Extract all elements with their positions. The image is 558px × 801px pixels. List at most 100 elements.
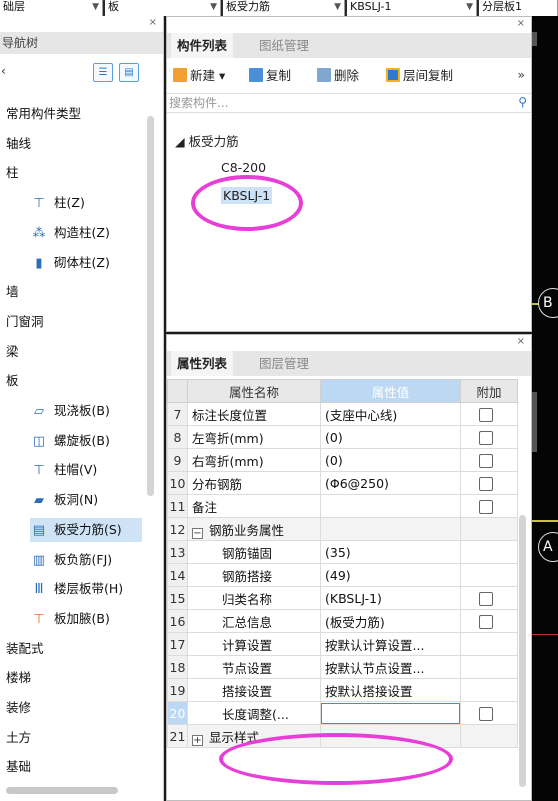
property-value[interactable]: (板受力筋) [320,609,461,633]
sidebar-item[interactable]: 板 [6,369,19,393]
tab-layer-management[interactable]: 图层管理 [253,351,315,376]
property-row[interactable]: 14 钢筋搭接 (49) [167,563,518,587]
close-icon[interactable]: × [517,336,525,347]
sidebar-item[interactable]: 基础 [6,755,31,779]
sidebar-item[interactable]: ▰ 板洞(N) [30,488,98,512]
floor-select[interactable]: 础层 ▼ [0,0,103,16]
property-value[interactable] [320,724,461,748]
sidebar-item[interactable]: ⊤ 板加腋(B) [30,607,110,631]
property-value[interactable]: 按默认节点设置... [320,655,461,679]
sidebar-item[interactable]: ▮ 砌体柱(Z) [30,251,109,275]
property-row[interactable]: 8 左弯折(mm) (0) [167,425,518,449]
list-view-icon[interactable]: ☰ [93,63,113,82]
sidebar-item[interactable]: 梁 [6,340,19,364]
property-row[interactable]: 20 长度调整(... [167,701,518,725]
sidebar-item[interactable]: 门窗洞 [6,310,44,334]
more-icon[interactable]: » [517,67,525,82]
extra-checkbox[interactable] [479,499,493,514]
tab-property-list[interactable]: 属性列表 [171,351,234,376]
extra-checkbox[interactable] [479,614,493,629]
tab-component-list[interactable]: 构件列表 [171,33,234,58]
tab-drawing-management[interactable]: 图纸管理 [253,33,315,58]
new-button[interactable]: 新建 ▾ [173,67,225,85]
expand-icon[interactable]: + [192,734,203,746]
floor-copy-button[interactable]: 层间复制 [386,67,453,85]
property-row[interactable]: 9 右弯折(mm) (0) [167,448,518,472]
sidebar-item[interactable]: ⊤ 柱(Z) [30,191,85,215]
sidebar-item[interactable]: 墙 [6,280,19,304]
property-value[interactable]: (Φ6@250) [320,471,461,495]
vertical-scrollbar[interactable] [519,515,526,787]
sidebar-item[interactable]: ▥ 板负筋(FJ) [30,548,112,572]
component-select[interactable]: KBSLJ-1 ▼ [347,0,477,16]
sidebar-item[interactable]: 柱 [6,161,19,185]
icon-view-icon[interactable]: ▤ [119,63,139,82]
drawing-canvas[interactable]: B A [532,16,558,801]
slab-layer-select[interactable]: 分层板1 [479,0,558,16]
search-input[interactable] [167,94,497,112]
property-value[interactable]: (KBSLJ-1) [320,586,461,610]
vertical-scrollbar[interactable] [147,116,154,496]
tree-item-selected[interactable]: KBSLJ-1 [221,187,273,204]
sidebar-item[interactable]: 轴线 [6,132,31,156]
property-value[interactable] [320,494,461,518]
property-value[interactable]: (0) [320,448,461,472]
sidebar-item[interactable]: ▤ 板受力筋(S) [30,517,142,542]
collapse-icon[interactable]: − [192,527,203,539]
property-row[interactable]: 18 节点设置 按默认节点设置... [167,655,518,679]
sidebar-item[interactable]: 楼梯 [6,666,31,690]
property-extra [460,563,518,587]
construction-column-icon: ⁂ [32,225,46,241]
sidebar-item[interactable]: ◫ 螺旋板(B) [30,429,110,453]
chevron-left-icon[interactable]: ‹ [1,64,6,78]
extra-checkbox[interactable] [479,407,493,422]
property-value-editor[interactable] [320,701,461,725]
property-value[interactable] [320,517,461,541]
property-row[interactable]: 15 归类名称 (KBSLJ-1) [167,586,518,610]
sidebar-item[interactable]: 常用构件类型 [6,102,81,126]
sidebar-item[interactable]: ▱ 现浇板(B) [30,399,110,423]
sidebar-item[interactable]: ⁂ 构造柱(Z) [30,221,110,245]
property-value[interactable]: 按默认计算设置... [320,632,461,656]
property-name: − 钢筋业务属性 [187,517,321,541]
property-value-header[interactable]: 属性值 [320,379,461,403]
search-icon[interactable]: ⚲ [518,95,527,109]
copy-button[interactable]: 复制 [249,67,291,85]
extra-checkbox[interactable] [479,430,493,445]
property-row[interactable]: 7 标注长度位置 (支座中心线) [167,402,518,426]
horizontal-scrollbar[interactable] [6,787,118,794]
sidebar-item[interactable]: 装配式 [6,637,44,661]
property-row[interactable]: 16 汇总信息 (板受力筋) [167,609,518,633]
close-icon[interactable]: × [517,18,525,29]
property-value[interactable]: (49) [320,563,461,587]
property-row[interactable]: 11 备注 [167,494,518,518]
length-adjust-input[interactable] [321,702,460,724]
property-value[interactable]: 按默认搭接设置 [320,678,461,702]
slab-haunch-icon: ⊤ [33,611,45,627]
close-icon[interactable]: × [149,17,157,28]
sidebar-item[interactable]: 土方 [6,726,31,750]
sidebar-item[interactable]: 装修 [6,696,31,720]
property-value[interactable]: (0) [320,425,461,449]
property-row[interactable]: 17 计算设置 按默认计算设置... [167,632,518,656]
property-row[interactable]: 12− 钢筋业务属性 [167,517,518,541]
extra-checkbox[interactable] [479,706,493,721]
property-row[interactable]: 21 + 显示样式 [167,724,518,748]
property-row[interactable]: 19 搭接设置 按默认搭接设置 [167,678,518,702]
extra-checkbox[interactable] [479,453,493,468]
extra-checkbox[interactable] [479,476,493,491]
property-value[interactable]: (35) [320,540,461,564]
sidebar-item[interactable]: ⊤ 柱帽(V) [30,458,97,482]
delete-button[interactable]: 删除 [317,67,359,85]
row-number: 17 [167,632,188,656]
sidebar-item[interactable]: Ⅲ 楼层板带(H) [30,577,124,601]
property-row[interactable]: 10 分布钢筋 (Φ6@250) [167,471,518,495]
tree-root-node[interactable]: ◢ 板受力筋 [175,131,239,150]
collapse-triangle-icon[interactable]: ◢ [175,134,185,149]
property-row[interactable]: 13 钢筋锚固 (35) [167,540,518,564]
component-type-select[interactable]: 板 ▼ [105,0,221,16]
extra-checkbox[interactable] [479,591,493,606]
property-value[interactable]: (支座中心线) [320,402,461,426]
component-subtype-select[interactable]: 板受力筋 ▼ [223,0,345,16]
tree-item[interactable]: C8-200 [221,160,266,175]
